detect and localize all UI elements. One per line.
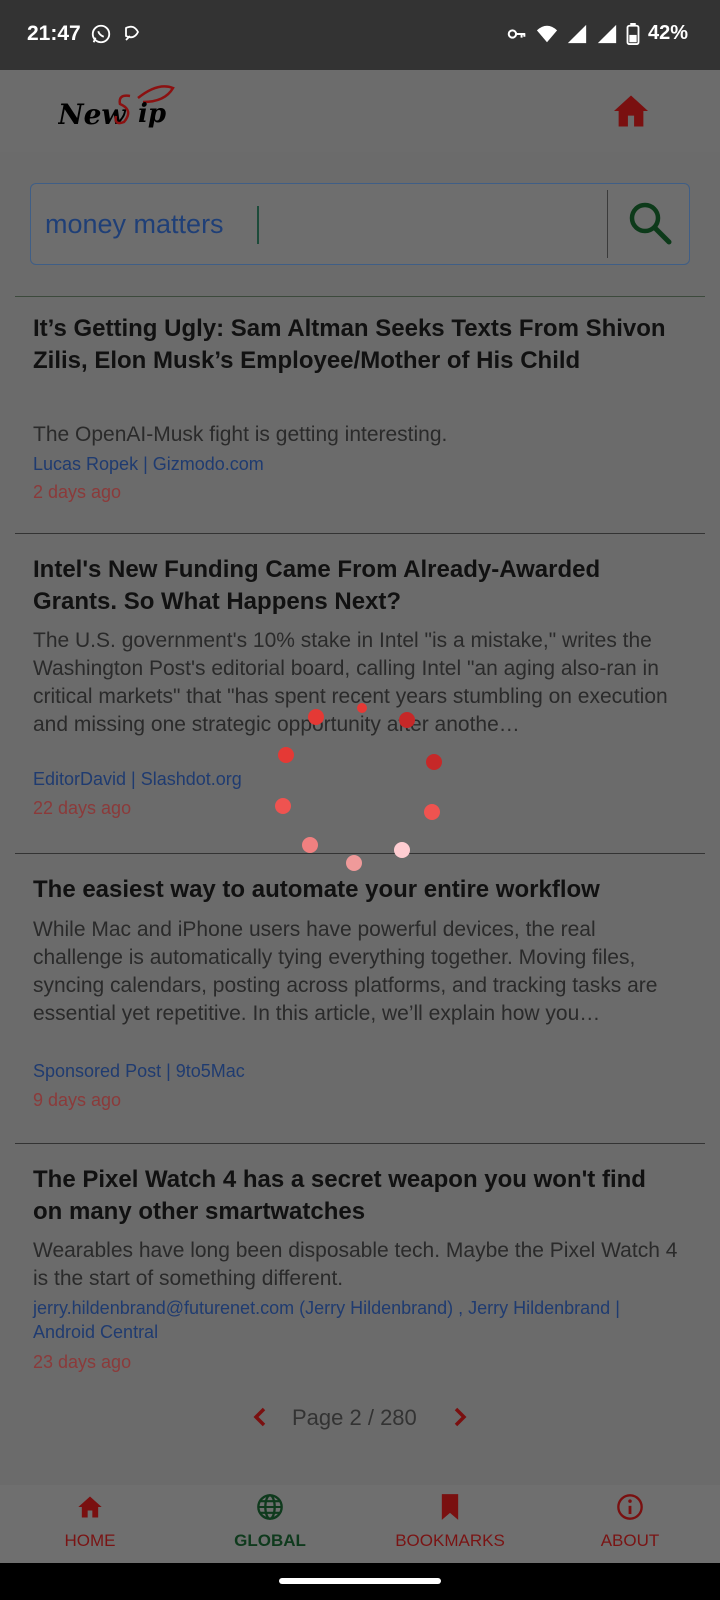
signal-icon (597, 24, 617, 43)
chevron-left-icon[interactable] (248, 1403, 272, 1431)
spinner-dot (357, 703, 367, 713)
nav-global[interactable]: GLOBAL (180, 1485, 360, 1563)
search-icon[interactable] (621, 196, 681, 252)
text-caret (257, 206, 259, 244)
nav-bookmarks[interactable]: BOOKMARKS (360, 1485, 540, 1563)
chevron-right-icon[interactable] (448, 1403, 472, 1431)
article-description: Wearables have long been disposable tech… (33, 1239, 678, 1290)
article-title[interactable]: Intel's New Funding Came From Already-Aw… (33, 554, 673, 618)
signal-icon (567, 24, 587, 43)
spinner-dot (275, 798, 291, 814)
svg-text:New: New (58, 98, 126, 131)
loading-spinner (275, 703, 442, 871)
nav-label: HOME (64, 1531, 116, 1550)
battery-icon (626, 22, 640, 45)
spinner-dot (426, 754, 442, 770)
app-header: New ip (0, 70, 720, 152)
spinner-dot (424, 804, 440, 820)
status-time: 21:47 (27, 22, 81, 45)
wifi-icon (536, 25, 558, 42)
home-gesture-handle[interactable] (279, 1578, 441, 1584)
spinner-dot (308, 709, 324, 725)
search-input[interactable] (45, 204, 585, 244)
status-bar: 21:47 42% (0, 0, 720, 70)
article-source: jerry.hildenbrand@futurenet.com (Jerry H… (33, 1298, 620, 1342)
home-icon (78, 1496, 102, 1518)
search-divider (607, 190, 608, 258)
nav-label: GLOBAL (234, 1531, 306, 1550)
spinner-dot (278, 747, 294, 763)
pagination: Page 2 / 280 (0, 1397, 720, 1437)
info-icon (617, 1494, 643, 1520)
nav-home[interactable]: HOME (0, 1485, 180, 1563)
bottom-navigation: HOME GLOBAL BOOKMARKS ABOUT (0, 1485, 720, 1563)
bookmark-icon (441, 1494, 459, 1520)
spinner-dot (399, 712, 415, 728)
whatsapp-icon (91, 24, 111, 44)
page-indicator: Page 2 / 280 (292, 1405, 417, 1430)
spinner-dot (346, 855, 362, 871)
article-time: 23 days ago (33, 1352, 132, 1372)
battery-percent: 42% (647, 22, 688, 44)
search-box (30, 183, 690, 265)
satellite-icon (125, 25, 140, 41)
article-time: 9 days ago (33, 1090, 122, 1110)
article-source: Sponsored Post | 9to5Mac (33, 1061, 245, 1081)
home-icon[interactable] (612, 94, 650, 128)
vpn-key-icon (507, 28, 526, 39)
article-card[interactable]: It’s Getting Ugly: Sam Altman Seeks Text… (15, 297, 705, 534)
nav-label: BOOKMARKS (395, 1531, 505, 1550)
svg-text:ip: ip (138, 99, 166, 129)
globe-icon (257, 1494, 283, 1520)
app-logo[interactable]: New ip (58, 78, 188, 148)
article-card[interactable]: The Pixel Watch 4 has a secret weapon yo… (15, 1144, 705, 1389)
article-card[interactable]: The easiest way to automate your entire … (15, 854, 705, 1144)
spinner-dot (302, 837, 318, 853)
article-source: Lucas Ropek | Gizmodo.com (33, 454, 264, 474)
article-description: The OpenAI-Musk fight is getting interes… (33, 423, 448, 446)
article-time: 2 days ago (33, 482, 122, 502)
article-title[interactable]: It’s Getting Ugly: Sam Altman Seeks Text… (33, 313, 673, 377)
article-title[interactable]: The Pixel Watch 4 has a secret weapon yo… (33, 1164, 673, 1228)
article-description: While Mac and iPhone users have powerful… (33, 918, 658, 1025)
nav-label: ABOUT (600, 1531, 660, 1550)
spinner-dot (394, 842, 410, 858)
article-time: 22 days ago (33, 798, 132, 818)
gesture-bar (0, 1563, 720, 1600)
nav-about[interactable]: ABOUT (540, 1485, 720, 1563)
